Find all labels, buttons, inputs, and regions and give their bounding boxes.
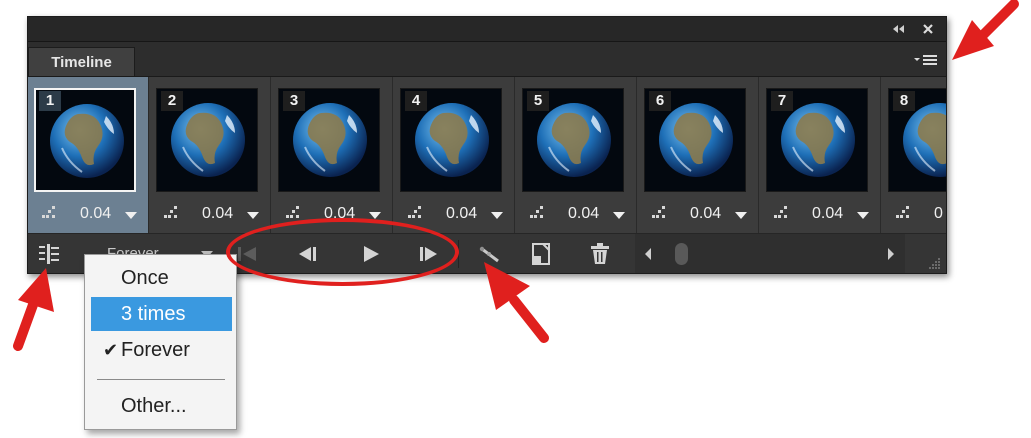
chevron-down-icon[interactable] xyxy=(735,212,747,219)
frame-footer: 0 xyxy=(882,201,946,227)
frame-number: 1 xyxy=(39,91,61,111)
frame-disposal-icon[interactable] xyxy=(896,206,914,220)
menu-item-label: Once xyxy=(121,267,169,289)
frame-disposal-icon[interactable] xyxy=(652,206,670,220)
frame-delay[interactable]: 0.04 xyxy=(324,205,355,223)
earth-globe-icon xyxy=(781,103,855,177)
earth-globe-icon xyxy=(171,103,245,177)
frame-footer: 0.04 xyxy=(516,201,637,227)
chevron-down-icon[interactable] xyxy=(247,212,259,219)
menu-item-once[interactable]: Once xyxy=(91,261,232,295)
animation-frame[interactable]: 80 xyxy=(882,77,946,233)
annotation-arrow-icon xyxy=(952,0,1019,60)
frame-footer: 0.04 xyxy=(272,201,393,227)
frame-delay[interactable]: 0.04 xyxy=(202,205,233,223)
menu-item-forever[interactable]: ✔ Forever xyxy=(91,333,232,367)
scroll-thumb[interactable] xyxy=(675,243,688,265)
close-x-icon[interactable] xyxy=(920,21,936,37)
frame-disposal-icon[interactable] xyxy=(408,206,426,220)
duplicate-frame-icon[interactable] xyxy=(529,242,553,266)
menu-item-3-times[interactable]: 3 times xyxy=(91,297,232,331)
frame-delay[interactable]: 0 xyxy=(934,205,943,223)
toolbar-divider xyxy=(458,240,459,268)
frame-number: 7 xyxy=(771,91,793,111)
menu-item-other[interactable]: Other... xyxy=(91,389,232,423)
animation-frame[interactable]: 1 0.04 xyxy=(28,77,149,233)
frame-number: 6 xyxy=(649,91,671,111)
earth-globe-icon xyxy=(659,103,733,177)
animation-frame[interactable]: 5 0.04 xyxy=(516,77,637,233)
menu-item-label: Forever xyxy=(121,339,190,361)
frame-number: 2 xyxy=(161,91,183,111)
frame-disposal-icon[interactable] xyxy=(286,206,304,220)
next-frame-icon[interactable] xyxy=(413,242,443,266)
timeline-scrollbar[interactable] xyxy=(635,234,905,273)
earth-globe-icon xyxy=(415,103,489,177)
menu-item-label: 3 times xyxy=(121,303,186,325)
frame-number: 5 xyxy=(527,91,549,111)
frame-footer: 0.04 xyxy=(760,201,881,227)
earth-globe-icon xyxy=(293,103,367,177)
chevron-down-icon[interactable] xyxy=(369,212,381,219)
trash-icon[interactable] xyxy=(588,242,612,266)
menu-item-label: Other... xyxy=(121,395,187,417)
frame-disposal-icon[interactable] xyxy=(530,206,548,220)
frame-disposal-icon[interactable] xyxy=(164,206,182,220)
animation-frame[interactable]: 4 0.04 xyxy=(394,77,515,233)
frame-disposal-icon[interactable] xyxy=(42,206,60,220)
earth-globe-icon xyxy=(537,103,611,177)
checkmark-icon: ✔ xyxy=(103,340,119,360)
annotation-arrow-icon xyxy=(484,262,549,343)
frame-delay[interactable]: 0.04 xyxy=(568,205,599,223)
frame-strip: 1 0.04 2 0.04 3 0.04 4 0.04 5 0.04 6 0.04 7 0.04 8 0 xyxy=(28,77,946,233)
play-icon[interactable] xyxy=(356,242,386,266)
frame-footer: 0.04 xyxy=(394,201,515,227)
earth-globe-icon xyxy=(50,104,124,178)
chevron-down-icon[interactable] xyxy=(613,212,625,219)
frame-number: 8 xyxy=(893,91,915,111)
chevron-down-icon[interactable] xyxy=(491,212,503,219)
animation-frame[interactable]: 6 0.04 xyxy=(638,77,759,233)
previous-frame-icon[interactable] xyxy=(294,242,324,266)
panel-menu-icon[interactable] xyxy=(912,52,940,68)
frame-delay[interactable]: 0.04 xyxy=(446,205,477,223)
loop-options-menu: Once 3 times ✔ Forever Other... xyxy=(84,254,237,430)
tab-timeline[interactable]: Timeline xyxy=(28,47,135,76)
double-chevron-left-icon[interactable] xyxy=(890,21,906,37)
animation-frame[interactable]: 3 0.04 xyxy=(272,77,393,233)
earth-globe-icon xyxy=(903,103,946,177)
scroll-right-icon[interactable] xyxy=(888,248,894,260)
chevron-down-icon[interactable] xyxy=(857,212,869,219)
convert-to-video-timeline-icon[interactable] xyxy=(38,243,60,267)
animation-frame[interactable]: 2 0.04 xyxy=(150,77,271,233)
timeline-panel: Timeline 1 0.04 2 0.04 3 0.04 4 0.04 5 0.04 6 0.04 7… xyxy=(27,16,947,274)
resize-grip-icon[interactable] xyxy=(926,255,942,271)
tween-icon[interactable] xyxy=(476,242,504,266)
frame-number: 3 xyxy=(283,91,305,111)
chevron-down-icon[interactable] xyxy=(125,212,137,219)
tab-label: Timeline xyxy=(51,54,112,71)
annotation-arrow-icon xyxy=(13,268,54,351)
menu-divider xyxy=(97,379,225,380)
frame-footer: 0.04 xyxy=(638,201,759,227)
frame-delay[interactable]: 0.04 xyxy=(690,205,721,223)
tab-row: Timeline xyxy=(28,42,946,77)
animation-frame[interactable]: 7 0.04 xyxy=(760,77,881,233)
frame-footer: 0.04 xyxy=(150,201,271,227)
frame-footer: 0.04 xyxy=(28,201,149,227)
panel-titlebar xyxy=(28,17,946,42)
scroll-left-icon[interactable] xyxy=(645,248,651,260)
frame-delay[interactable]: 0.04 xyxy=(80,205,111,223)
frame-number: 4 xyxy=(405,91,427,111)
frame-disposal-icon[interactable] xyxy=(774,206,792,220)
frame-delay[interactable]: 0.04 xyxy=(812,205,843,223)
